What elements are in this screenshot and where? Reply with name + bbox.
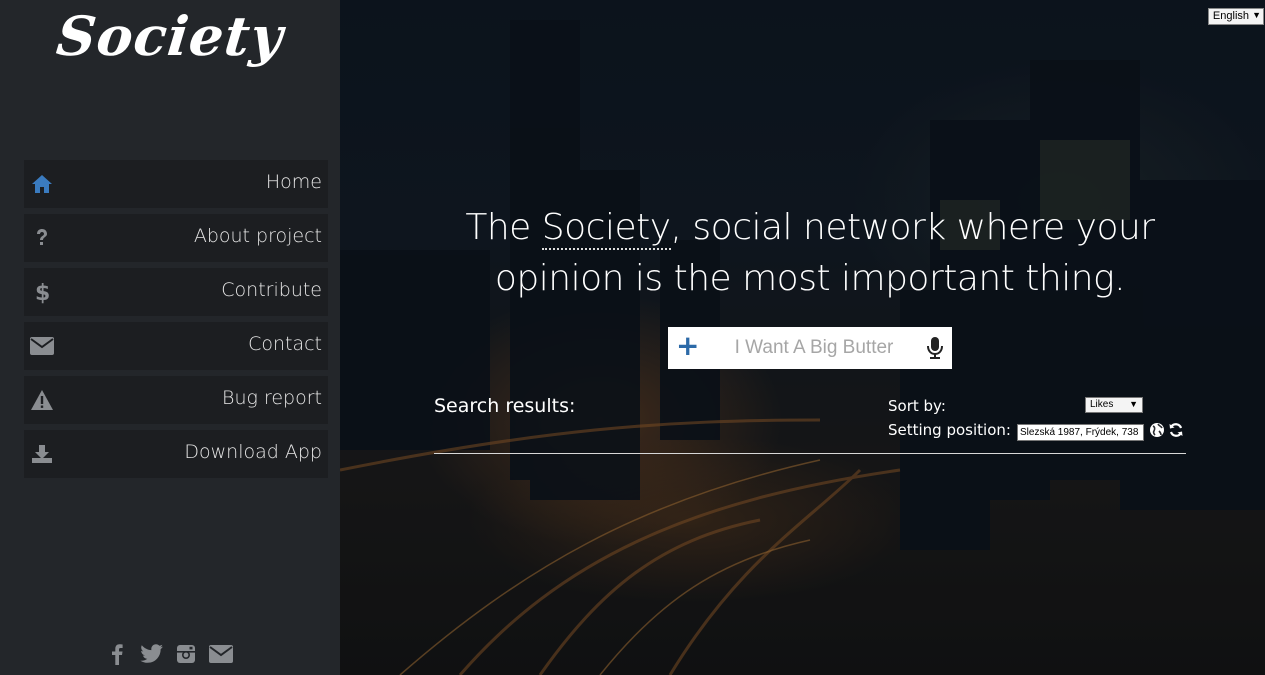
setting-position-label: Setting position: — [888, 421, 1011, 439]
instagram-icon[interactable] — [173, 641, 199, 667]
logo-text[interactable]: Society — [54, 4, 287, 68]
download-icon — [30, 442, 54, 466]
question-icon — [30, 226, 54, 250]
globe-icon[interactable] — [1149, 422, 1165, 438]
main-content: English The Society, social network wher… — [340, 0, 1265, 675]
social-links — [104, 640, 234, 668]
hero-headline: The Society, social network where your o… — [460, 202, 1160, 304]
envelope-icon — [30, 334, 54, 358]
twitter-icon[interactable] — [139, 641, 165, 667]
sidebar-item-download-app[interactable]: Download App — [24, 430, 328, 478]
sidebar-item-contribute[interactable]: $ Contribute — [24, 268, 328, 316]
sidebar-item-label: Bug report — [222, 387, 322, 409]
search-results-label: Search results: — [434, 395, 576, 417]
sort-select[interactable]: Likes — [1085, 397, 1143, 413]
home-icon — [30, 172, 54, 196]
facebook-icon[interactable] — [104, 641, 130, 667]
search-input[interactable] — [708, 335, 920, 361]
sidebar-item-label: Download App — [184, 441, 322, 463]
sidebar-item-label: Contact — [248, 333, 322, 355]
logo[interactable]: Society — [0, 0, 340, 90]
sidebar-item-home[interactable]: Home — [24, 160, 328, 208]
search-box: + — [668, 327, 952, 369]
hero-line-1-post: , social network where your — [670, 207, 1156, 248]
add-icon[interactable]: + — [676, 332, 699, 360]
sidebar-item-label: About project — [193, 225, 322, 247]
sidebar-item-about[interactable]: About project — [24, 214, 328, 262]
dollar-icon: $ — [30, 280, 54, 305]
hero-line-1: The Society, social network where your — [460, 202, 1160, 253]
position-input[interactable] — [1017, 424, 1144, 441]
hero-line-1-pre: The — [465, 207, 542, 248]
sidebar-item-contact[interactable]: Contact — [24, 322, 328, 370]
microphone-icon[interactable] — [925, 336, 945, 360]
results-divider — [434, 453, 1186, 454]
language-select[interactable]: English — [1207, 8, 1264, 25]
society-term-highlight: Society — [541, 207, 671, 250]
sidebar-item-label: Home — [265, 171, 322, 193]
sidebar: Society Home About project $ Contribute … — [0, 0, 340, 675]
warning-icon — [30, 388, 54, 412]
sidebar-item-bug-report[interactable]: Bug report — [24, 376, 328, 424]
refresh-icon[interactable] — [1168, 422, 1184, 438]
sidebar-nav: Home About project $ Contribute Contact … — [24, 160, 328, 484]
sort-by-label: Sort by: — [888, 397, 946, 415]
envelope-icon[interactable] — [208, 641, 234, 667]
hero-line-2: opinion is the most important thing. — [494, 258, 1126, 299]
svg-text:$: $ — [35, 281, 50, 305]
sidebar-item-label: Contribute — [221, 279, 322, 301]
